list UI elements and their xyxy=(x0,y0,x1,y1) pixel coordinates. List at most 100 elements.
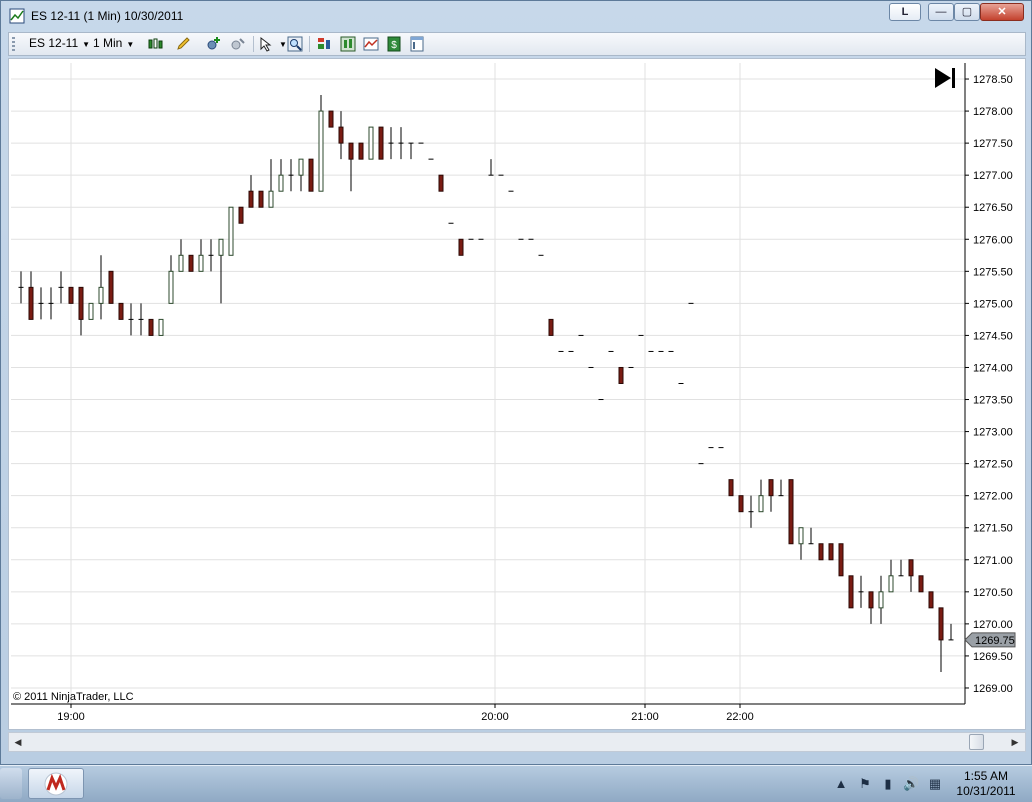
candle-body xyxy=(868,591,874,609)
candle-body xyxy=(818,543,824,561)
candle xyxy=(88,302,94,320)
chart-window: ES 12-11 (1 Min) 10/30/2011 L — ▢ ✕ ES 1… xyxy=(0,0,1032,765)
price-chart[interactable]: 1269.00 1269.50 1270.00 1270.50 1271.00 1271.… xyxy=(9,59,1025,729)
candle xyxy=(438,174,444,192)
title-bar[interactable]: ES 12-11 (1 Min) 10/30/2011 L — ▢ ✕ xyxy=(1,1,1031,31)
taskbar-ninjatrader-button[interactable] xyxy=(28,768,84,799)
candle-body xyxy=(238,206,244,224)
y-tick-label: 1278.00 xyxy=(973,106,1013,118)
jump-bar-shape xyxy=(952,68,955,88)
candle-body xyxy=(98,286,104,304)
candle-body xyxy=(798,527,804,545)
candle-body xyxy=(168,270,174,304)
instrument-label: ES 12-11 xyxy=(29,36,79,50)
candle xyxy=(838,543,844,577)
flag-icon[interactable]: ⚑ xyxy=(857,776,873,792)
chart-panel[interactable]: 1269.00 1269.50 1270.00 1270.50 1271.00 1271.… xyxy=(8,58,1026,730)
candle-body xyxy=(758,495,764,513)
candle-body xyxy=(918,575,924,593)
candle xyxy=(308,158,314,192)
volume-icon[interactable]: 🔊 xyxy=(903,776,919,792)
plot-area xyxy=(11,63,965,704)
candle xyxy=(548,318,554,336)
data-series-icon[interactable] xyxy=(316,36,332,52)
x-tick-label: 21:00 xyxy=(631,711,659,723)
candle xyxy=(148,318,154,336)
candle-body xyxy=(458,238,464,256)
show-hidden-icon[interactable]: ▲ xyxy=(833,776,849,792)
candle xyxy=(118,302,124,320)
candle xyxy=(378,126,384,160)
chevron-down-icon: ▼ xyxy=(279,40,287,49)
battery-icon[interactable]: ▮ xyxy=(880,776,896,792)
candle-body xyxy=(318,110,324,192)
chart-properties-icon[interactable] xyxy=(363,36,379,52)
scroll-left-arrow[interactable]: ◀ xyxy=(11,735,25,749)
interval-selector[interactable]: 1 Min ▼ xyxy=(93,36,134,50)
candle-body xyxy=(348,142,354,160)
candle xyxy=(228,206,234,256)
instrument-selector[interactable]: ES 12-11 ▼ xyxy=(29,36,90,50)
system-clock[interactable]: 1:55 AM 10/31/2011 xyxy=(952,769,1020,799)
y-tick-label: 1273.00 xyxy=(973,427,1013,439)
candle xyxy=(158,318,164,336)
y-tick-label: 1270.50 xyxy=(973,587,1013,599)
clock-date: 10/31/2011 xyxy=(956,784,1016,798)
taskbar: ▲ ⚑ ▮ 🔊 ▦ 1:55 AM 10/31/2011 xyxy=(0,765,1032,802)
candle-body xyxy=(108,270,114,304)
layout-button[interactable]: L xyxy=(889,3,921,21)
y-tick-label: 1278.50 xyxy=(973,74,1013,86)
scroll-right-arrow[interactable]: ▶ xyxy=(1008,735,1022,749)
zoom-icon[interactable] xyxy=(287,36,303,52)
y-tick-label: 1274.00 xyxy=(973,362,1013,374)
chart-style-icon[interactable] xyxy=(340,36,356,52)
properties-icon[interactable] xyxy=(409,36,425,52)
candle-body xyxy=(438,174,444,192)
candle-body xyxy=(728,479,734,497)
candle-body xyxy=(378,126,384,160)
pointer-icon[interactable] xyxy=(259,36,275,52)
candle-body xyxy=(78,286,84,320)
y-tick-label: 1269.00 xyxy=(973,683,1013,695)
candle-body xyxy=(548,318,554,336)
y-tick-label: 1272.00 xyxy=(973,491,1013,503)
close-button[interactable]: ✕ xyxy=(980,3,1024,21)
indicator-add-icon[interactable] xyxy=(205,36,221,52)
y-tick-label: 1276.50 xyxy=(973,202,1013,214)
candle-body xyxy=(268,190,274,208)
candle xyxy=(728,479,734,497)
candle-body xyxy=(768,479,774,497)
account-data-icon[interactable]: $ xyxy=(386,36,402,52)
candle xyxy=(328,110,334,128)
y-tick-label: 1270.00 xyxy=(973,619,1013,631)
candle xyxy=(258,190,264,208)
interval-label: 1 Min xyxy=(93,36,123,50)
toolbar-grip[interactable] xyxy=(12,37,15,51)
candle-body xyxy=(838,543,844,577)
candle xyxy=(358,142,364,160)
drawing-pencil-icon[interactable] xyxy=(175,36,191,52)
taskbar-left-button[interactable] xyxy=(0,768,22,799)
minimize-button[interactable]: — xyxy=(928,3,954,21)
candle-body xyxy=(618,366,624,385)
ninjatrader-logo-icon xyxy=(44,772,68,796)
network-icon[interactable]: ▦ xyxy=(927,776,943,792)
y-tick-label: 1272.50 xyxy=(973,459,1013,471)
scroll-thumb[interactable] xyxy=(969,734,984,750)
candle xyxy=(238,206,244,224)
strategy-icon[interactable] xyxy=(229,36,245,52)
horizontal-scrollbar[interactable]: ◀ ▶ xyxy=(8,732,1026,752)
chart-toolbar: ES 12-11 ▼ 1 Min ▼ ▼ $ xyxy=(8,32,1026,56)
chart-app-icon xyxy=(9,8,25,24)
candle xyxy=(738,495,744,513)
y-tick-label: 1271.00 xyxy=(973,555,1013,567)
candle-body xyxy=(218,238,224,256)
candle xyxy=(818,543,824,561)
maximize-button[interactable]: ▢ xyxy=(954,3,980,21)
candle-body xyxy=(68,286,74,304)
candle-body xyxy=(158,318,164,336)
svg-text:$: $ xyxy=(391,40,397,51)
bar-type-icon[interactable] xyxy=(147,36,163,52)
y-tick-label: 1274.50 xyxy=(973,330,1013,342)
pointer-dropdown[interactable]: ▼ xyxy=(275,36,287,50)
